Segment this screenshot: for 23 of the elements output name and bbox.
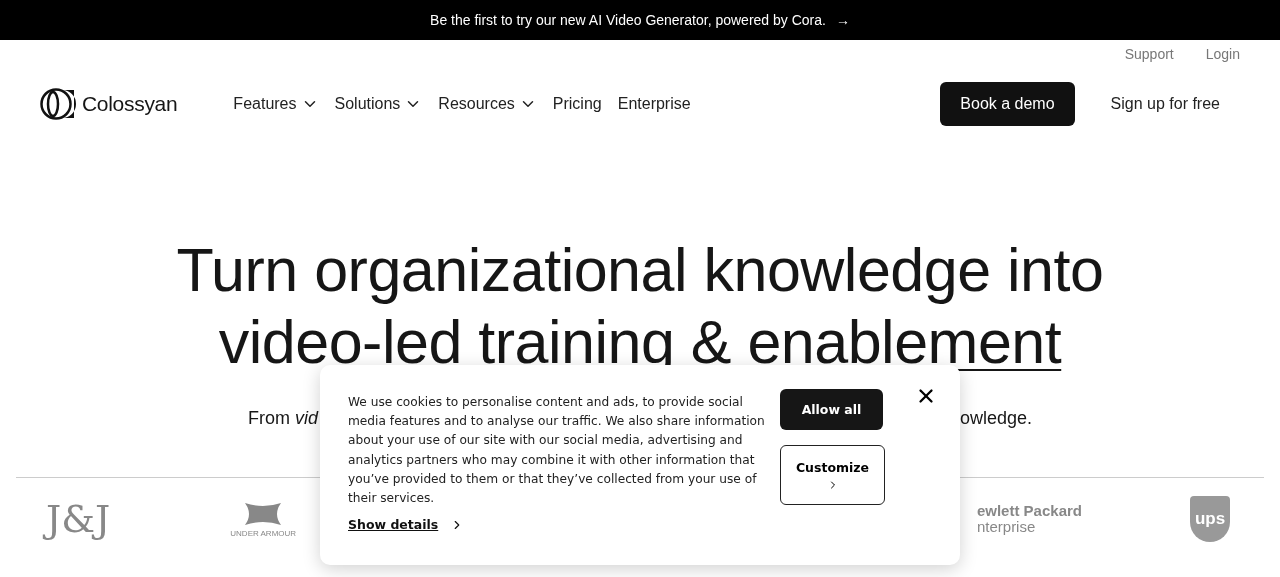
arrow-icon[interactable]: →	[835, 12, 850, 28]
customer-logo: ups	[1190, 496, 1230, 542]
book-demo-button[interactable]: Book a demo	[940, 82, 1075, 126]
show-details-link[interactable]: Show details	[348, 517, 465, 533]
nav-item[interactable]: Pricing	[552, 95, 602, 113]
logo-icon	[40, 88, 76, 120]
signup-link[interactable]: Sign up for free	[1110, 95, 1220, 113]
hero-heading: Turn organizational knowledge into video-led training & enablement	[175, 235, 1105, 378]
customer-logo: ewlett Packard nterprise	[976, 503, 1082, 535]
nav-item[interactable]: Features	[233, 95, 319, 113]
allow-all-button[interactable]: Allow all	[780, 389, 883, 430]
top-link[interactable]: Support	[1124, 46, 1174, 68]
nav-item[interactable]: Enterprise	[617, 95, 691, 113]
hero-subtitle: owledge.	[959, 408, 1032, 429]
nav-item[interactable]: Solutions	[334, 95, 423, 113]
cookie-message: We use cookies to personalise content and ads, to provide social media features and to analyse our traffic. We also share information about your use of our site with our social media, advertising and analytics partners who may combine it with other information that you’ve provided to them or that they’ve collected from your use of their services.	[348, 394, 766, 507]
announcement-text[interactable]: Be the first to try our new AI Video Generator, powered by Cora.	[430, 12, 826, 28]
customize-button[interactable]: Customize	[780, 445, 885, 505]
brand-name[interactable]: Colossyan	[82, 92, 178, 116]
nav-item[interactable]: Resources	[438, 95, 537, 113]
top-link[interactable]: Login	[1205, 46, 1240, 68]
hero-subtitle: From vid	[248, 408, 318, 429]
customer-logo: UNDER ARMOUR	[230, 528, 297, 538]
